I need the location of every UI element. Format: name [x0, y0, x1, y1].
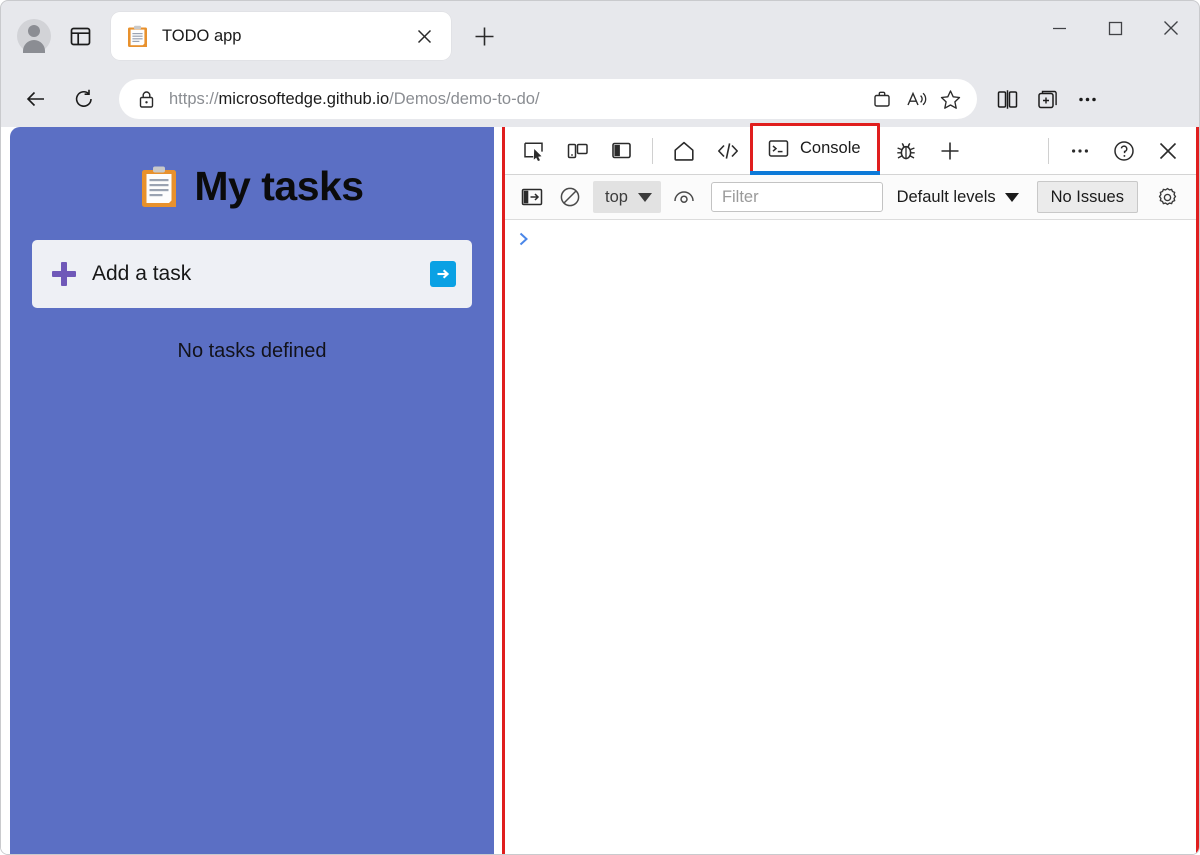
console-toolbar: top Filter Default levels No Issues	[505, 175, 1196, 220]
close-button[interactable]	[1143, 1, 1199, 55]
tab-console[interactable]: Console	[750, 123, 880, 175]
web-page-viewport: My tasks Add a task No tasks defined	[1, 127, 502, 854]
console-prompt-row[interactable]	[517, 230, 1196, 252]
tab-console-label: Console	[800, 139, 861, 157]
back-button[interactable]	[17, 80, 55, 118]
console-filter-input[interactable]: Filter	[710, 182, 883, 212]
profile-avatar[interactable]	[17, 19, 51, 53]
console-levels-label: Default levels	[896, 187, 996, 206]
dock-side-icon[interactable]	[599, 131, 643, 171]
split-screen-icon[interactable]	[987, 80, 1027, 118]
console-context-selector[interactable]: top	[593, 181, 661, 213]
tab-search-icon[interactable]	[65, 21, 95, 51]
collections-icon[interactable]	[1027, 80, 1067, 118]
address-bar-row: https://microsoftedge.github.io/Demos/de…	[1, 71, 1199, 127]
new-tab-button[interactable]	[465, 17, 503, 55]
browser-window: TODO app https://microsoftedge.github.io…	[0, 0, 1200, 855]
device-emulation-icon[interactable]	[555, 131, 599, 171]
devtools-right-controls	[1039, 131, 1196, 171]
add-task-placeholder: Add a task	[92, 262, 192, 285]
more-tools-plus-icon[interactable]	[928, 131, 972, 171]
browser-tab-todo-app[interactable]: TODO app	[111, 12, 451, 60]
chevron-down-icon	[1004, 192, 1019, 202]
close-devtools-icon[interactable]	[1146, 131, 1190, 171]
refresh-button[interactable]	[65, 80, 103, 118]
toolbar-divider	[652, 137, 653, 164]
settings-and-more-icon[interactable]	[1067, 80, 1107, 118]
home-icon[interactable]	[662, 131, 706, 171]
clear-console-icon[interactable]	[551, 180, 589, 214]
eye-icon[interactable]	[665, 180, 703, 214]
more-options-icon[interactable]	[1058, 131, 1102, 171]
url-host: microsoftedge.github.io	[218, 89, 390, 108]
address-input[interactable]: https://microsoftedge.github.io/Demos/de…	[119, 79, 977, 119]
issues-button[interactable]: No Issues	[1036, 181, 1138, 213]
lock-icon[interactable]	[135, 90, 157, 109]
tab-strip: TODO app	[1, 1, 1199, 71]
inspect-element-icon[interactable]	[511, 131, 555, 171]
read-aloud-icon[interactable]	[899, 83, 933, 115]
gear-icon[interactable]	[1148, 180, 1186, 214]
toolbar-divider-right	[1048, 137, 1049, 164]
url-scheme: https://	[169, 89, 219, 108]
chevron-down-icon	[637, 192, 652, 202]
content-area: My tasks Add a task No tasks defined Con…	[1, 123, 1199, 854]
clipboard-icon	[140, 165, 178, 209]
url-path: /Demos/demo-to-do/	[389, 89, 540, 108]
window-controls	[1031, 1, 1199, 55]
arrow-right-icon[interactable]	[430, 261, 456, 287]
todo-header: My tasks	[10, 127, 494, 210]
browser-tab-title: TODO app	[162, 26, 242, 45]
console-sidebar-icon[interactable]	[513, 180, 551, 214]
clipboard-icon	[127, 25, 148, 48]
address-url-text: https://microsoftedge.github.io/Demos/de…	[169, 90, 865, 109]
console-icon	[767, 137, 790, 160]
elements-code-icon[interactable]	[706, 131, 750, 171]
page-title: My tasks	[194, 163, 364, 209]
console-filter-placeholder: Filter	[721, 187, 759, 206]
console-levels-dropdown[interactable]: Default levels	[891, 188, 1025, 207]
briefcase-icon[interactable]	[865, 83, 899, 115]
console-output-area[interactable]	[505, 220, 1196, 854]
chevron-right-icon	[517, 230, 531, 253]
help-icon[interactable]	[1102, 131, 1146, 171]
issues-bug-icon[interactable]	[884, 131, 928, 171]
devtools-panel: Console top Filter Default levels No Iss…	[502, 123, 1199, 854]
maximize-button[interactable]	[1087, 1, 1143, 55]
add-task-input[interactable]: Add a task	[32, 240, 472, 308]
favorite-star-icon[interactable]	[933, 83, 967, 115]
minimize-button[interactable]	[1031, 1, 1087, 55]
issues-button-label: No Issues	[1050, 187, 1124, 206]
todo-app: My tasks Add a task No tasks defined	[10, 127, 494, 854]
plus-icon	[52, 262, 76, 286]
console-context-value: top	[605, 187, 628, 206]
close-icon[interactable]	[411, 23, 437, 49]
empty-state-message: No tasks defined	[177, 340, 327, 362]
devtools-tab-bar: Console	[505, 123, 1196, 175]
